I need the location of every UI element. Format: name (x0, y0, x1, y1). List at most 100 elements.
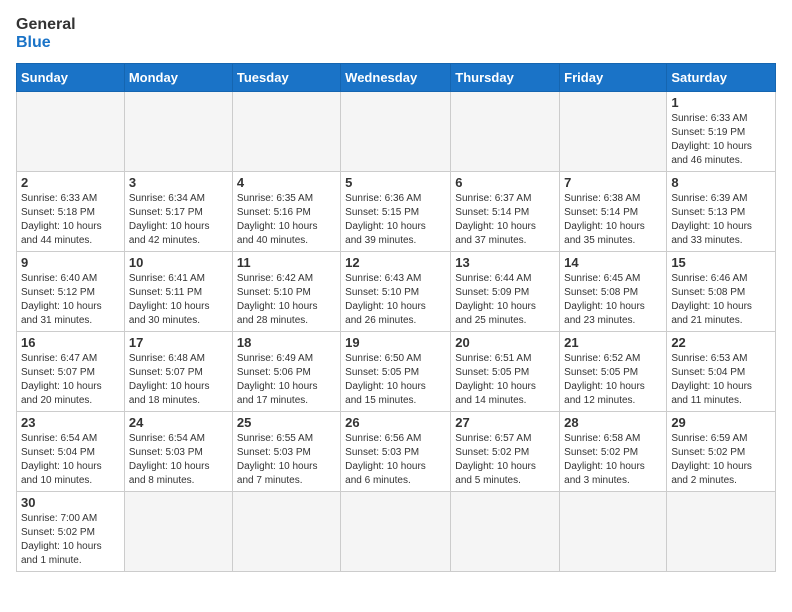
day-number: 29 (671, 415, 771, 430)
day-number: 16 (21, 335, 120, 350)
day-header-tuesday: Tuesday (232, 64, 340, 92)
day-number: 2 (21, 175, 120, 190)
logo: General Blue General Blue (16, 16, 76, 51)
day-number: 24 (129, 415, 228, 430)
day-number: 21 (564, 335, 662, 350)
day-number: 11 (237, 255, 336, 270)
day-number: 30 (21, 495, 120, 510)
day-number: 25 (237, 415, 336, 430)
day-header-saturday: Saturday (667, 64, 776, 92)
day-number: 23 (21, 415, 120, 430)
calendar-cell (341, 92, 451, 172)
calendar-cell (341, 492, 451, 572)
calendar-cell: 11 Sunrise: 6:42 AM Sunset: 5:10 PM Dayli… (232, 252, 340, 332)
calendar-cell (451, 492, 560, 572)
calendar-cell (560, 92, 667, 172)
day-info: Sunrise: 6:38 AM Sunset: 5:14 PM Dayligh… (564, 192, 662, 248)
day-info: Sunrise: 6:33 AM Sunset: 5:19 PM Dayligh… (671, 112, 771, 168)
day-info: Sunrise: 6:43 AM Sunset: 5:10 PM Dayligh… (345, 272, 446, 328)
day-number: 13 (455, 255, 555, 270)
day-number: 26 (345, 415, 446, 430)
day-number: 27 (455, 415, 555, 430)
calendar-cell: 25 Sunrise: 6:55 AM Sunset: 5:03 PM Dayli… (232, 412, 340, 492)
day-info: Sunrise: 6:55 AM Sunset: 5:03 PM Dayligh… (237, 432, 336, 488)
day-info: Sunrise: 6:52 AM Sunset: 5:05 PM Dayligh… (564, 352, 662, 408)
logo-general: General (16, 16, 76, 34)
day-info: Sunrise: 6:33 AM Sunset: 5:18 PM Dayligh… (21, 192, 120, 248)
day-info: Sunrise: 6:44 AM Sunset: 5:09 PM Dayligh… (455, 272, 555, 328)
day-number: 18 (237, 335, 336, 350)
calendar-cell: 26 Sunrise: 6:56 AM Sunset: 5:03 PM Dayli… (341, 412, 451, 492)
day-info: Sunrise: 6:37 AM Sunset: 5:14 PM Dayligh… (455, 192, 555, 248)
calendar-cell (667, 492, 776, 572)
calendar-cell: 14Sunrise: 6:45 AM Sunset: 5:08 PM Dayli… (560, 252, 667, 332)
day-info: Sunrise: 6:59 AM Sunset: 5:02 PM Dayligh… (671, 432, 771, 488)
day-info: Sunrise: 6:51 AM Sunset: 5:05 PM Dayligh… (455, 352, 555, 408)
calendar-cell: 8 Sunrise: 6:39 AM Sunset: 5:13 PM Daylig… (667, 172, 776, 252)
day-info: Sunrise: 6:49 AM Sunset: 5:06 PM Dayligh… (237, 352, 336, 408)
calendar-cell: 10 Sunrise: 6:41 AM Sunset: 5:11 PM Dayli… (124, 252, 232, 332)
calendar-cell: 27 Sunrise: 6:57 AM Sunset: 5:02 PM Dayli… (451, 412, 560, 492)
day-info: Sunrise: 6:36 AM Sunset: 5:15 PM Dayligh… (345, 192, 446, 248)
day-header-monday: Monday (124, 64, 232, 92)
calendar-cell: 7 Sunrise: 6:38 AM Sunset: 5:14 PM Daylig… (560, 172, 667, 252)
calendar-cell (560, 492, 667, 572)
calendar-cell: 21 Sunrise: 6:52 AM Sunset: 5:05 PM Dayli… (560, 332, 667, 412)
day-number: 28 (564, 415, 662, 430)
day-info: Sunrise: 6:39 AM Sunset: 5:13 PM Dayligh… (671, 192, 771, 248)
day-info: Sunrise: 6:54 AM Sunset: 5:04 PM Dayligh… (21, 432, 120, 488)
day-number: 4 (237, 175, 336, 190)
calendar-cell: 4 Sunrise: 6:35 AM Sunset: 5:16 PM Daylig… (232, 172, 340, 252)
calendar-cell (232, 492, 340, 572)
calendar-cell: 13 Sunrise: 6:44 AM Sunset: 5:09 PM Dayli… (451, 252, 560, 332)
calendar-cell: 17Sunrise: 6:48 AM Sunset: 5:07 PM Dayli… (124, 332, 232, 412)
day-number: 12 (345, 255, 446, 270)
day-header-friday: Friday (560, 64, 667, 92)
calendar-cell (232, 92, 340, 172)
day-info: Sunrise: 6:34 AM Sunset: 5:17 PM Dayligh… (129, 192, 228, 248)
calendar-cell (124, 492, 232, 572)
day-number: 5 (345, 175, 446, 190)
day-info: Sunrise: 6:54 AM Sunset: 5:03 PM Dayligh… (129, 432, 228, 488)
day-number: 8 (671, 175, 771, 190)
day-number: 9 (21, 255, 120, 270)
day-info: Sunrise: 6:56 AM Sunset: 5:03 PM Dayligh… (345, 432, 446, 488)
day-number: 10 (129, 255, 228, 270)
day-number: 6 (455, 175, 555, 190)
day-info: Sunrise: 6:58 AM Sunset: 5:02 PM Dayligh… (564, 432, 662, 488)
calendar-cell: 3Sunrise: 6:34 AM Sunset: 5:17 PM Daylig… (124, 172, 232, 252)
calendar-cell: 5 Sunrise: 6:36 AM Sunset: 5:15 PM Daylig… (341, 172, 451, 252)
calendar-cell (17, 92, 125, 172)
day-number: 15 (671, 255, 771, 270)
calendar-cell: 22 Sunrise: 6:53 AM Sunset: 5:04 PM Dayli… (667, 332, 776, 412)
day-number: 22 (671, 335, 771, 350)
day-info: Sunrise: 6:42 AM Sunset: 5:10 PM Dayligh… (237, 272, 336, 328)
day-number: 19 (345, 335, 446, 350)
calendar-cell: 9Sunrise: 6:40 AM Sunset: 5:12 PM Daylig… (17, 252, 125, 332)
calendar-cell: 1 Sunrise: 6:33 AM Sunset: 5:19 PM Daylig… (667, 92, 776, 172)
logo-blue: Blue (16, 34, 76, 52)
calendar-cell (451, 92, 560, 172)
day-number: 1 (671, 95, 771, 110)
page-header: General Blue General Blue (16, 16, 776, 51)
day-info: Sunrise: 6:53 AM Sunset: 5:04 PM Dayligh… (671, 352, 771, 408)
calendar-cell: 6 Sunrise: 6:37 AM Sunset: 5:14 PM Daylig… (451, 172, 560, 252)
calendar-cell: 24 Sunrise: 6:54 AM Sunset: 5:03 PM Dayli… (124, 412, 232, 492)
day-info: Sunrise: 6:48 AM Sunset: 5:07 PM Dayligh… (129, 352, 228, 408)
day-header-thursday: Thursday (451, 64, 560, 92)
calendar-cell: 19Sunrise: 6:50 AM Sunset: 5:05 PM Dayli… (341, 332, 451, 412)
day-info: Sunrise: 6:57 AM Sunset: 5:02 PM Dayligh… (455, 432, 555, 488)
calendar-cell: 12 Sunrise: 6:43 AM Sunset: 5:10 PM Dayli… (341, 252, 451, 332)
day-info: Sunrise: 6:46 AM Sunset: 5:08 PM Dayligh… (671, 272, 771, 328)
calendar-cell: 15 Sunrise: 6:46 AM Sunset: 5:08 PM Dayli… (667, 252, 776, 332)
calendar-cell: 29 Sunrise: 6:59 AM Sunset: 5:02 PM Dayli… (667, 412, 776, 492)
day-info: Sunrise: 6:41 AM Sunset: 5:11 PM Dayligh… (129, 272, 228, 328)
day-header-sunday: Sunday (17, 64, 125, 92)
day-info: Sunrise: 6:35 AM Sunset: 5:16 PM Dayligh… (237, 192, 336, 248)
calendar-cell (124, 92, 232, 172)
calendar-cell: 18 Sunrise: 6:49 AM Sunset: 5:06 PM Dayli… (232, 332, 340, 412)
day-number: 14 (564, 255, 662, 270)
day-number: 7 (564, 175, 662, 190)
calendar-cell: 16Sunrise: 6:47 AM Sunset: 5:07 PM Dayli… (17, 332, 125, 412)
day-header-wednesday: Wednesday (341, 64, 451, 92)
